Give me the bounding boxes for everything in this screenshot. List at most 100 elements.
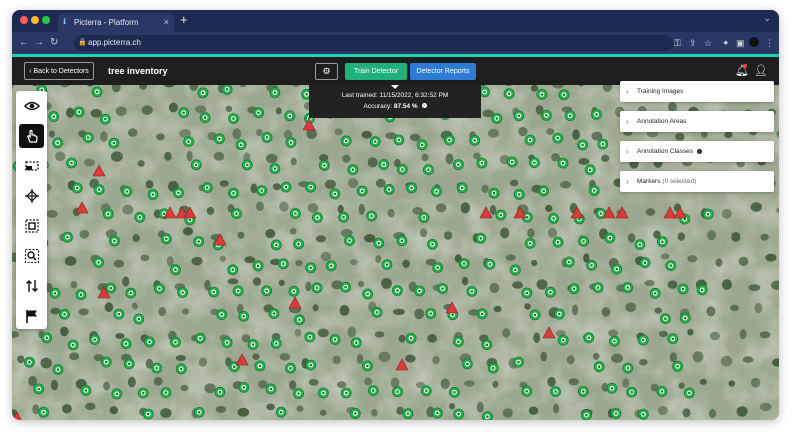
detection-marker[interactable] — [99, 113, 111, 125]
detection-marker[interactable] — [134, 211, 146, 223]
detection-marker[interactable] — [113, 308, 125, 320]
detection-marker[interactable] — [414, 285, 425, 297]
detection-marker[interactable] — [626, 386, 638, 398]
detection-marker[interactable] — [503, 88, 515, 100]
detection-marker[interactable] — [261, 285, 273, 297]
detection-marker[interactable] — [340, 387, 352, 399]
detection-marker[interactable] — [550, 386, 561, 398]
detection-marker[interactable] — [275, 406, 287, 418]
detection-marker[interactable] — [634, 239, 646, 251]
detection-marker[interactable] — [293, 238, 305, 250]
browser-tab[interactable]: ℹ Picterra - Platform × — [58, 13, 174, 32]
tab-search-chevron-icon[interactable]: ⌄ — [763, 13, 771, 24]
detection-marker[interactable] — [82, 132, 94, 143]
detection-marker[interactable] — [481, 339, 493, 351]
detection-marker[interactable] — [193, 236, 205, 247]
detection-marker[interactable] — [349, 407, 361, 419]
detection-marker[interactable] — [121, 186, 133, 197]
detection-marker[interactable] — [125, 287, 137, 299]
detection-marker[interactable] — [235, 139, 247, 151]
detection-marker[interactable] — [369, 136, 381, 147]
detection-marker[interactable] — [524, 134, 536, 146]
detection-marker[interactable] — [311, 282, 323, 294]
detection-marker[interactable] — [238, 310, 250, 322]
detection-marker[interactable] — [305, 181, 317, 193]
detection-marker[interactable] — [639, 257, 651, 269]
detection-marker[interactable] — [578, 235, 589, 247]
detection-marker[interactable] — [405, 332, 417, 344]
detection-marker[interactable] — [513, 189, 525, 200]
tab-close-icon[interactable]: × — [164, 13, 169, 32]
detection-marker[interactable] — [304, 331, 316, 343]
detection-marker[interactable] — [366, 210, 378, 222]
detection-marker[interactable] — [378, 159, 390, 170]
detection-marker[interactable] — [329, 188, 341, 200]
minimize-window-button[interactable] — [31, 16, 39, 24]
detection-marker[interactable] — [356, 185, 368, 197]
detection-marker[interactable] — [592, 282, 604, 294]
detection-marker[interactable] — [325, 260, 337, 272]
forward-arrow-icon[interactable]: → — [34, 35, 44, 51]
detection-marker[interactable] — [230, 208, 242, 220]
detection-marker[interactable] — [553, 308, 565, 320]
detection-marker[interactable] — [431, 407, 443, 419]
detection-marker[interactable] — [253, 107, 265, 119]
detection-marker[interactable] — [160, 233, 172, 245]
detection-marker[interactable] — [340, 135, 352, 147]
detection-marker[interactable] — [294, 314, 305, 326]
detection-marker[interactable] — [597, 138, 609, 150]
share-icon[interactable]: ⇪ — [689, 36, 697, 50]
detection-marker[interactable] — [170, 336, 181, 348]
detection-marker[interactable] — [105, 282, 117, 294]
detection-marker[interactable] — [524, 237, 536, 249]
detection-marker[interactable] — [638, 408, 649, 420]
detection-marker[interactable] — [545, 286, 556, 298]
detection-marker[interactable] — [173, 187, 184, 199]
sidepanel-icon[interactable]: ▣ — [736, 36, 745, 50]
detection-marker[interactable] — [610, 407, 622, 419]
detection-marker[interactable] — [458, 258, 470, 270]
detection-marker[interactable] — [453, 408, 465, 420]
detection-marker[interactable] — [208, 286, 220, 298]
detection-marker[interactable] — [23, 356, 35, 368]
detection-marker[interactable] — [484, 258, 496, 270]
detection-marker[interactable] — [452, 336, 464, 348]
detection-marker[interactable] — [100, 356, 112, 368]
detection-marker[interactable] — [338, 211, 350, 223]
detection-marker[interactable] — [284, 110, 296, 122]
detection-marker[interactable] — [285, 137, 297, 148]
detection-marker[interactable] — [137, 387, 149, 399]
detection-marker[interactable] — [73, 106, 85, 118]
detection-marker[interactable] — [432, 262, 444, 274]
detection-marker[interactable] — [270, 337, 282, 349]
detection-marker[interactable] — [178, 107, 190, 119]
detection-marker[interactable] — [177, 287, 189, 298]
detection-marker[interactable] — [437, 283, 449, 294]
train-detector-button[interactable]: Train Detector — [345, 63, 407, 80]
detection-marker[interactable] — [606, 382, 618, 394]
detection-marker[interactable] — [265, 383, 277, 395]
detection-marker[interactable] — [649, 287, 661, 299]
detection-marker[interactable] — [49, 287, 61, 299]
detection-marker[interactable] — [479, 86, 491, 98]
detection-marker[interactable] — [660, 313, 671, 325]
detection-marker[interactable] — [175, 363, 187, 375]
detection-marker[interactable] — [513, 356, 524, 368]
back-to-detectors-button[interactable]: ‹ Back to Detectors — [24, 62, 94, 80]
detection-marker[interactable] — [289, 207, 301, 219]
detection-marker[interactable] — [52, 364, 64, 376]
swap-arrows-icon[interactable] — [19, 274, 44, 298]
zoom-area-icon[interactable] — [19, 244, 44, 268]
detection-marker[interactable] — [609, 335, 620, 347]
detection-marker[interactable] — [350, 337, 362, 349]
detection-marker[interactable] — [228, 187, 239, 199]
detection-marker[interactable] — [548, 212, 559, 224]
detection-marker[interactable] — [367, 385, 379, 397]
browser-menu-icon[interactable]: ⋮ — [765, 36, 774, 50]
detection-marker[interactable] — [317, 387, 329, 399]
detection-marker[interactable] — [604, 232, 616, 244]
detection-marker[interactable] — [361, 360, 373, 372]
detection-marker[interactable] — [269, 87, 281, 98]
detection-marker[interactable] — [144, 336, 155, 348]
detection-marker[interactable] — [66, 157, 77, 169]
